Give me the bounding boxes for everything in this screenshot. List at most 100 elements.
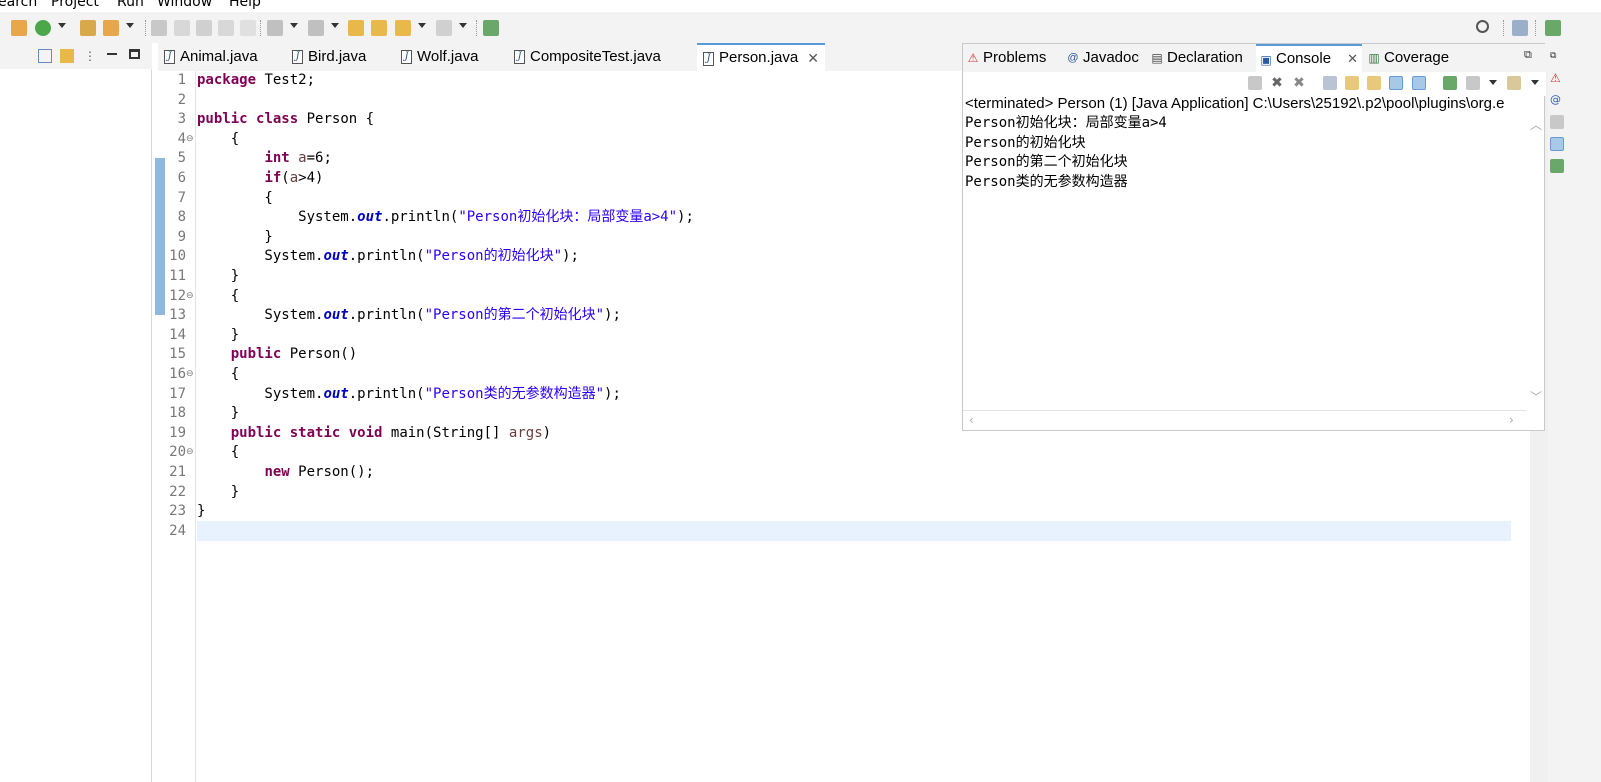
prev-annotation-icon[interactable] — [308, 20, 324, 36]
javadoc-icon: @ — [1067, 52, 1079, 64]
javadoc-icon[interactable]: @ — [1550, 93, 1564, 107]
maximize-icon[interactable] — [129, 49, 140, 59]
block-select-icon[interactable] — [196, 20, 212, 36]
declaration-icon[interactable] — [1550, 115, 1564, 129]
fold-toggle-icon[interactable]: ⊖ — [186, 443, 194, 463]
line-number: 22 — [169, 483, 186, 500]
remove-all-icon[interactable]: ✖ — [1292, 76, 1306, 90]
tab-compositetest-java[interactable]: J CompositeTest.java — [508, 43, 693, 71]
open-console-icon[interactable] — [1507, 76, 1521, 90]
tab-bird-java[interactable]: J Bird.java — [286, 43, 390, 71]
menu-project[interactable]: Project — [51, 0, 99, 10]
code-text: ); — [562, 248, 579, 265]
close-icon[interactable]: ✕ — [807, 45, 819, 71]
tab-coverage[interactable]: ▥ Coverage — [1364, 44, 1458, 72]
java-perspective-icon[interactable] — [1545, 20, 1561, 36]
pilcrow-icon[interactable] — [240, 20, 256, 36]
fold-toggle-icon[interactable]: ⊖ — [186, 365, 194, 385]
chevron-down-icon[interactable] — [418, 23, 426, 28]
new-package-icon[interactable] — [11, 20, 27, 36]
keyword: package — [197, 72, 257, 88]
chevron-down-icon[interactable] — [126, 23, 134, 28]
line-number: 23 — [169, 503, 186, 520]
chevron-down-icon[interactable] — [290, 23, 298, 28]
close-icon[interactable]: ✕ — [1347, 46, 1358, 72]
line-number: 14 — [169, 326, 186, 343]
problems-icon[interactable]: ⚠ — [1550, 71, 1564, 85]
java-file-icon: J — [514, 50, 525, 64]
pin-console-icon[interactable] — [1443, 76, 1457, 90]
minimize-icon[interactable] — [107, 53, 117, 55]
scroll-down-icon[interactable]: ﹀ — [1530, 388, 1542, 405]
tab-javadoc[interactable]: @ Javadoc — [1063, 44, 1145, 72]
display-console-icon[interactable] — [1466, 76, 1480, 90]
view-menu-icon[interactable]: ⋮ — [84, 49, 96, 63]
menu-run[interactable]: Run — [117, 0, 144, 10]
static-field: out — [357, 209, 383, 226]
java-file-icon: J — [703, 52, 714, 66]
line-number: 9 — [177, 228, 186, 245]
highlight-icon[interactable] — [174, 20, 190, 36]
chevron-down-icon[interactable] — [58, 23, 66, 28]
open-perspective-icon[interactable] — [1512, 20, 1528, 36]
pin-editor-icon[interactable] — [483, 20, 499, 36]
search-tool-icon[interactable] — [103, 20, 119, 36]
code-line: } — [197, 503, 206, 520]
show-on-stdout-icon[interactable] — [1389, 76, 1403, 90]
open-type-icon[interactable] — [80, 20, 96, 36]
remove-launch-icon[interactable]: ✖ — [1270, 76, 1284, 90]
restore-icon[interactable]: ⧉ — [1550, 49, 1564, 63]
line-number: 3 — [177, 111, 186, 128]
back-icon[interactable] — [395, 20, 411, 36]
keyword: public — [230, 424, 282, 441]
console-vertical-scrollbar[interactable]: ︿ ﹀ — [1526, 114, 1544, 410]
forward-edit-icon[interactable] — [371, 20, 387, 36]
code-text: .println( — [348, 307, 425, 324]
scroll-up-icon[interactable]: ︿ — [1530, 116, 1542, 133]
next-annotation-icon[interactable] — [267, 20, 283, 36]
code-line: System.out.println("Person类的无参数构造器"); — [197, 385, 620, 405]
word-wrap-icon[interactable] — [218, 20, 234, 36]
tab-label: Bird.java — [308, 48, 367, 65]
last-edit-icon[interactable] — [348, 20, 364, 36]
console-icon[interactable] — [1550, 137, 1564, 151]
show-on-stderr-icon[interactable] — [1412, 76, 1426, 90]
annotation-icon[interactable] — [151, 20, 167, 36]
tab-wolf-java[interactable]: J Wolf.java — [395, 43, 505, 71]
menu-search[interactable]: earch — [0, 0, 37, 10]
chevron-down-icon[interactable] — [459, 23, 467, 28]
tab-person-java[interactable]: J Person.java ✕ — [697, 43, 825, 71]
chevron-down-icon[interactable] — [1489, 80, 1497, 85]
stop-icon[interactable] — [1248, 76, 1262, 90]
chevron-down-icon[interactable] — [331, 23, 339, 28]
clear-console-icon[interactable] — [1323, 76, 1337, 90]
keyword: public — [230, 346, 282, 363]
menu-help[interactable]: Help — [229, 0, 261, 10]
code-text: System. — [197, 248, 324, 265]
tab-console[interactable]: ▣ Console ✕ — [1256, 44, 1362, 72]
fold-toggle-icon[interactable]: ⊖ — [186, 287, 194, 307]
tab-animal-java[interactable]: J Animal.java — [158, 43, 284, 71]
coverage-icon[interactable] — [1550, 159, 1564, 173]
menu-window[interactable]: Window — [157, 0, 212, 10]
chevron-down-icon[interactable] — [1531, 80, 1539, 85]
console-output[interactable]: Person初始化块：局部变量a>4 Person的初始化块 Person的第二… — [965, 114, 1525, 410]
scroll-right-icon[interactable]: › — [1509, 413, 1514, 427]
word-wrap-icon[interactable] — [1367, 76, 1381, 90]
collapse-all-icon[interactable] — [38, 49, 52, 63]
link-editor-icon[interactable] — [60, 49, 74, 63]
search-icon[interactable] — [1476, 20, 1489, 33]
scroll-left-icon[interactable]: ‹ — [969, 413, 974, 427]
java-file-icon: J — [401, 50, 412, 64]
menu-bar: earch Project Run Window Help — [0, 0, 1601, 12]
tab-problems[interactable]: ⚠ Problems — [963, 44, 1061, 72]
fold-toggle-icon[interactable]: ⊖ — [186, 130, 194, 150]
code-text: =6; — [306, 150, 332, 167]
console-horizontal-scrollbar[interactable]: ‹ › — [963, 410, 1526, 430]
tab-declaration[interactable]: ▤ Declaration — [1147, 44, 1255, 72]
forward-icon[interactable] — [436, 20, 452, 36]
scroll-lock-icon[interactable] — [1345, 76, 1359, 90]
restore-icon[interactable]: ⧉ — [1524, 48, 1532, 62]
code-text: System. — [197, 307, 324, 324]
new-class-icon[interactable] — [35, 20, 51, 36]
